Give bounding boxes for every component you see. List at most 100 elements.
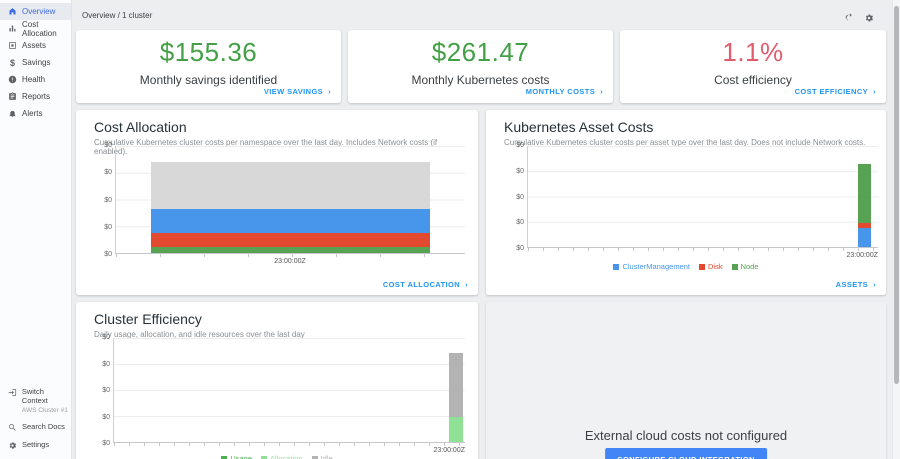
sidebar-item-reports[interactable]: Reports [0,88,71,105]
legend-label: Node [741,262,759,271]
y-axis-tick-label: $0 [104,197,112,204]
x-axis-ticks [116,254,465,257]
cost-efficiency-link[interactable]: COST EFFICIENCY› [795,87,876,96]
monthly-costs-link[interactable]: MONTHLY COSTS› [526,87,603,96]
plot-area [115,146,465,254]
sidebar-item-label: Reports [22,92,50,101]
sidebar-item-label: Overview [22,7,55,16]
scrollbar-thumb[interactable] [894,6,899,384]
legend-swatch-icon [312,456,318,459]
gear-icon [864,13,874,23]
chevron-right-icon: › [873,280,876,289]
y-axis-tick-label: $0 [516,168,524,175]
sidebar-item-label: Health [22,75,45,84]
y-axis-tick-label: $0 [516,245,524,252]
refresh-button[interactable] [845,10,859,24]
legend-label: Idle [321,454,333,459]
settings-label: Settings [22,440,49,449]
cluster-efficiency-chart: $0$0$0$0$0 [94,338,465,443]
bar-segment-namespace-gray [151,162,430,209]
page-settings-button[interactable] [864,10,878,24]
sidebar-item-savings[interactable]: $ Savings [0,54,71,71]
chevron-right-icon: › [328,87,331,96]
legend-item-usage[interactable]: Usage [221,454,252,459]
y-axis-tick-label: $0 [104,224,112,231]
configure-cloud-integration-button[interactable]: CONFIGURE CLOUD INTEGRATION [605,448,767,459]
bar-segment-namespace-red [151,233,430,247]
sidebar-item-alerts[interactable]: Alerts [0,105,71,122]
assets-box-icon [8,41,17,50]
asset-costs-legend: ClusterManagement Disk Node [486,262,886,271]
sidebar-item-assets[interactable]: Assets [0,37,71,54]
legend-item-disk[interactable]: Disk [699,262,723,271]
monthly-costs-label: Monthly Kubernetes costs [348,73,613,87]
report-document-icon [8,92,17,101]
y-axis-tick-label: $0 [516,194,524,201]
y-axis-labels: $0$0$0$0$0 [94,334,113,447]
bar-segment-node [858,164,871,223]
legend-item-clustermanagement[interactable]: ClusterManagement [613,262,690,271]
switch-context-icon [8,388,17,397]
view-savings-link[interactable]: VIEW SAVINGS› [264,87,331,96]
stacked-bar[interactable] [151,146,430,253]
y-axis-labels: $0 $0 $0 $0 $0 [96,142,115,258]
refresh-icon [845,13,855,23]
sidebar-item-label: Assets [22,41,46,50]
x-axis-ticks [528,248,878,251]
sidebar-footer: Switch Context AWS Cluster #1 Search Doc… [0,383,71,454]
sidebar-item-health[interactable]: Health [0,71,71,88]
legend-swatch-icon [261,456,267,459]
settings-button[interactable]: Settings [0,436,71,454]
sidebar-item-overview[interactable]: Overview [0,3,71,20]
health-status-icon [8,75,17,84]
asset-costs-chart: $0$0$0$0$0 [508,146,878,248]
legend-item-idle[interactable]: Idle [312,454,333,459]
sidebar-item-label: Savings [22,58,50,67]
cost-allocation-title: Cost Allocation [94,119,478,135]
y-axis-tick-label: $0 [102,440,110,447]
sidebar-item-label: Cost Allocation [22,20,71,38]
bar-segment-clustermanagement [858,228,871,247]
current-cluster-label: AWS Cluster #1 [22,407,71,414]
stacked-bar[interactable] [858,146,871,247]
search-docs-button[interactable]: Search Docs [0,418,71,436]
assets-link[interactable]: ASSETS› [836,280,876,289]
x-axis-ticks [114,443,465,446]
y-axis-tick-label: $0 [102,387,110,394]
sidebar-item-cost-allocation[interactable]: Cost Allocation [0,20,71,37]
switch-context-button[interactable]: Switch Context AWS Cluster #1 [0,383,71,418]
y-axis-tick-label: $0 [102,414,110,421]
bar-segment-idle [449,353,463,417]
plot-area [527,146,878,248]
y-axis-tick-label: $0 [516,142,524,149]
vertical-scrollbar[interactable] [892,0,900,459]
cost-efficiency-summary-card: 1.1% Cost efficiency COST EFFICIENCY› [620,30,886,103]
cost-efficiency-value: 1.1% [620,37,886,68]
legend-label: Usage [230,454,252,459]
y-axis-tick-label: $0 [104,142,112,149]
chevron-right-icon: › [873,87,876,96]
cluster-efficiency-title: Cluster Efficiency [94,311,478,327]
legend-label: Allocation [270,454,303,459]
x-axis-label: 23:00:00Z [846,252,878,259]
stacked-bar[interactable] [449,338,463,442]
cost-allocation-card: Cost Allocation Cumulative Kubernetes cl… [76,110,478,295]
switch-context-label: Switch Context [22,387,48,405]
gear-icon [8,441,17,450]
sidebar-item-label: Alerts [22,109,42,118]
home-icon [8,7,17,16]
search-docs-label: Search Docs [22,422,65,431]
external-cloud-message: External cloud costs not configured [486,428,886,443]
bell-icon [8,109,17,118]
legend-swatch-icon [699,264,705,270]
legend-label: Disk [708,262,723,271]
cost-allocation-link[interactable]: COST ALLOCATION› [383,280,468,289]
legend-item-node[interactable]: Node [732,262,759,271]
y-axis-tick-label: $0 [516,219,524,226]
legend-swatch-icon [221,456,227,459]
plot-area [113,338,465,443]
bar-segment-allocation [449,417,463,442]
y-axis-tick-label: $0 [104,169,112,176]
y-axis-tick-label: $0 [104,251,112,258]
legend-item-allocation[interactable]: Allocation [261,454,303,459]
